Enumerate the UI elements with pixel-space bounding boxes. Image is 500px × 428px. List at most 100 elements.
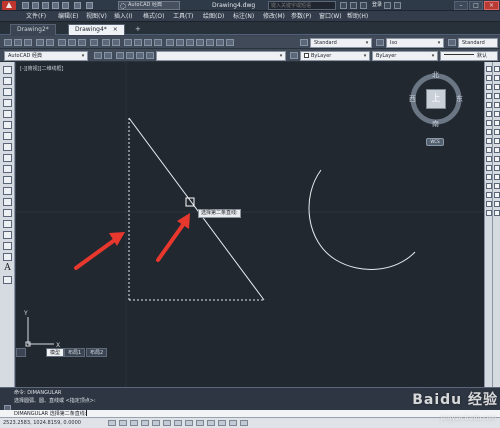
plot-icon[interactable] xyxy=(62,2,69,9)
menu-insert[interactable]: 插入(I) xyxy=(114,11,132,22)
search-icon[interactable] xyxy=(340,2,347,9)
preview-icon[interactable] xyxy=(46,39,54,46)
arc-icon[interactable] xyxy=(3,121,12,129)
design-center-icon[interactable] xyxy=(176,39,184,46)
close-icon[interactable]: × xyxy=(113,26,118,33)
doc-tab-drawing2[interactable]: Drawing2* xyxy=(10,24,56,35)
undo-icon[interactable] xyxy=(74,2,81,9)
snap-center-icon[interactable] xyxy=(494,111,500,117)
multiline-text-icon[interactable]: A xyxy=(3,264,12,273)
snap-extension-icon[interactable] xyxy=(494,102,500,108)
menu-view[interactable]: 视图(V) xyxy=(86,11,107,22)
tab-layout1[interactable]: 布局1 xyxy=(64,348,86,357)
polar-tracking-icon[interactable] xyxy=(141,420,149,426)
menu-modify[interactable]: 修改(M) xyxy=(263,11,285,22)
layer-lock-icon[interactable] xyxy=(136,52,144,59)
transparency-icon[interactable] xyxy=(218,420,226,426)
table-style-select[interactable]: Standard xyxy=(458,38,498,48)
lineweight-select[interactable]: 默认 xyxy=(440,51,498,61)
selection-cycling-icon[interactable] xyxy=(240,420,248,426)
insert-block-icon[interactable] xyxy=(3,187,12,195)
snap-apparent-icon[interactable] xyxy=(494,93,500,99)
snap-insert-icon[interactable] xyxy=(494,156,500,162)
compass-west[interactable]: 西 xyxy=(409,95,416,103)
arc-entity[interactable] xyxy=(308,169,416,270)
revision-cloud-icon[interactable] xyxy=(3,143,12,151)
compass-east[interactable]: 东 xyxy=(456,95,463,103)
menu-dimension[interactable]: 标注(N) xyxy=(233,11,254,22)
ortho-mode-icon[interactable] xyxy=(130,420,138,426)
tab-layout2[interactable]: 布局2 xyxy=(86,348,108,357)
wcs-menu-button[interactable]: WCS xyxy=(426,138,444,146)
undo-icon[interactable] xyxy=(102,39,110,46)
circle-icon[interactable] xyxy=(3,132,12,140)
save-as-icon[interactable] xyxy=(52,2,59,9)
hatch-icon[interactable] xyxy=(3,220,12,228)
close-button[interactable]: × xyxy=(484,1,499,10)
layout-nav-icon[interactable] xyxy=(16,348,26,357)
quickcalc-icon[interactable] xyxy=(216,39,224,46)
tab-model[interactable]: 模型 xyxy=(46,348,65,357)
snap-intersection-icon[interactable] xyxy=(494,84,500,90)
grid-display-icon[interactable] xyxy=(119,420,127,426)
from-icon[interactable] xyxy=(494,210,500,216)
match-properties-icon[interactable] xyxy=(90,39,98,46)
region-icon[interactable] xyxy=(3,242,12,250)
minimize-button[interactable]: – xyxy=(454,1,468,10)
open-icon[interactable] xyxy=(14,39,22,46)
gradient-icon[interactable] xyxy=(3,231,12,239)
make-block-icon[interactable] xyxy=(3,198,12,206)
new-file-icon[interactable] xyxy=(22,2,29,9)
layer-select[interactable]: ▾ xyxy=(156,51,286,61)
osnap-settings-icon[interactable] xyxy=(494,192,500,198)
add-tab-button[interactable]: + xyxy=(135,25,141,34)
tracking-icon[interactable] xyxy=(494,201,500,207)
dim-style-select[interactable]: Iso ▾ xyxy=(386,38,444,48)
snap-quadrant-icon[interactable] xyxy=(494,120,500,126)
snap-mode-icon[interactable] xyxy=(108,420,116,426)
workspace-switcher[interactable]: AutoCAD 经典 xyxy=(118,1,180,10)
menu-tools[interactable]: 工具(T) xyxy=(173,11,193,22)
doc-tab-drawing4[interactable]: Drawing4* × xyxy=(68,24,125,35)
zoom-window-icon[interactable] xyxy=(144,39,152,46)
layer-freeze-icon[interactable] xyxy=(126,52,134,59)
spline-icon[interactable] xyxy=(3,154,12,162)
open-file-icon[interactable] xyxy=(32,2,39,9)
menu-window[interactable]: 窗口(W) xyxy=(319,11,342,22)
user-icon[interactable] xyxy=(360,2,367,9)
point-icon[interactable] xyxy=(3,209,12,217)
sheet-set-icon[interactable] xyxy=(196,39,204,46)
cut-icon[interactable] xyxy=(58,39,66,46)
login-link[interactable]: 登录 xyxy=(372,1,382,10)
layer-on-icon[interactable] xyxy=(116,52,124,59)
tool-palettes-icon[interactable] xyxy=(186,39,194,46)
snap-tangent-icon[interactable] xyxy=(494,129,500,135)
make-current-layer-icon[interactable] xyxy=(290,52,298,59)
menu-help[interactable]: 帮助(H) xyxy=(347,11,368,22)
subscription-icon[interactable] xyxy=(350,2,357,9)
redo-icon[interactable] xyxy=(86,2,93,9)
workspace-select[interactable]: AutoCAD 经典 ▾ xyxy=(4,51,88,61)
markup-icon[interactable] xyxy=(206,39,214,46)
save-icon[interactable] xyxy=(24,39,32,46)
object-snap-icon[interactable] xyxy=(152,420,160,426)
drawing-canvas[interactable]: Y X [-][俯视][二维线框] 选择第二条直线: 上 北 南 东 西 WCS xyxy=(16,62,484,387)
menu-file[interactable]: 文件(F) xyxy=(26,11,46,22)
layer-properties-icon[interactable] xyxy=(104,52,112,59)
allow-disallow-ucs-icon[interactable] xyxy=(185,420,193,426)
redo-icon[interactable] xyxy=(112,39,120,46)
construction-line-icon[interactable] xyxy=(3,77,12,85)
autocad-logo-icon[interactable] xyxy=(2,1,16,10)
paste-icon[interactable] xyxy=(78,39,86,46)
menu-parametric[interactable]: 参数(P) xyxy=(291,11,311,22)
object-snap-tracking-icon[interactable] xyxy=(174,420,182,426)
ellipse-icon[interactable] xyxy=(3,165,12,173)
snap-endpoint-icon[interactable] xyxy=(494,66,500,72)
dynamic-input-icon[interactable] xyxy=(196,420,204,426)
viewcube-top-face[interactable]: 上 xyxy=(426,89,446,109)
snap-none-icon[interactable] xyxy=(494,183,500,189)
viewport-controls[interactable]: [-][俯视][二维线框] xyxy=(20,65,64,72)
linetype-select[interactable]: ByLayer ▾ xyxy=(372,51,438,61)
line-icon[interactable] xyxy=(3,66,12,74)
add-selected-icon[interactable] xyxy=(3,276,12,284)
